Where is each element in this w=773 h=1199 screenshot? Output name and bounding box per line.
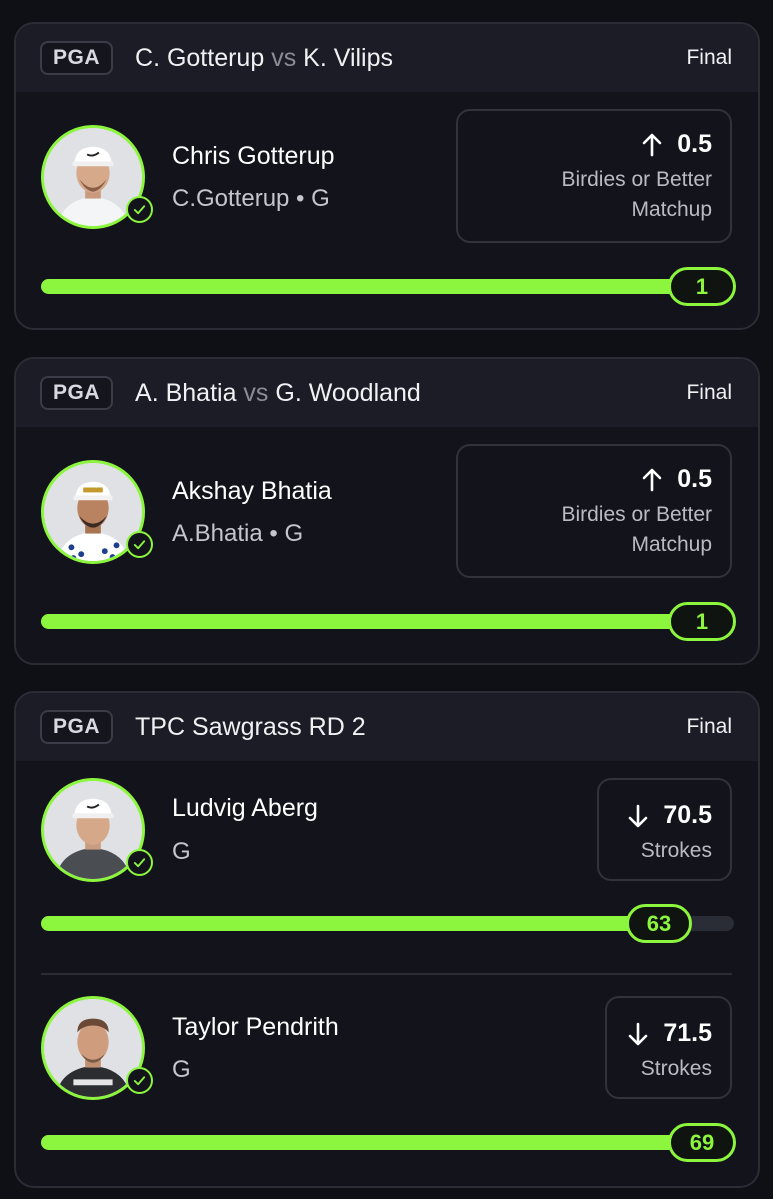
player-name: Chris Gotterup bbox=[172, 142, 335, 170]
matchup-title: C. Gotterup vs K. Vilips bbox=[135, 44, 686, 73]
progress-fill bbox=[41, 916, 658, 931]
game-status: Final bbox=[686, 715, 732, 738]
player-name: Ludvig Aberg bbox=[172, 794, 318, 822]
arrow-up-icon bbox=[641, 133, 663, 157]
card-header: PGA A. Bhatia vs G. Woodland Final bbox=[16, 359, 758, 427]
result-pill: 1 bbox=[668, 267, 736, 306]
card-header: PGA TPC Sawgrass RD 2 Final bbox=[16, 693, 758, 761]
progress-bar: 1 bbox=[41, 602, 736, 641]
player-name: Akshay Bhatia bbox=[172, 477, 332, 505]
player-row: Akshay Bhatia A.Bhatia • G 0.5 Birdies o… bbox=[16, 427, 758, 663]
player-row: Chris Gotterup C.Gotterup • G 0.5 Birdie… bbox=[16, 92, 758, 328]
game-status: Final bbox=[686, 46, 732, 69]
projection-line: 71.5 bbox=[663, 1019, 712, 1047]
player-team-position: C.Gotterup • G bbox=[172, 185, 330, 212]
progress-bar: 63 bbox=[41, 904, 734, 943]
league-badge: PGA bbox=[40, 41, 114, 75]
stat-type: Birdies or Better bbox=[561, 503, 712, 526]
pick-card[interactable]: PGA TPC Sawgrass RD 2 Final Ludvig Aberg… bbox=[14, 691, 760, 1188]
checkmark-icon bbox=[126, 196, 153, 223]
progress-fill bbox=[41, 279, 734, 294]
player-team-position: G bbox=[172, 1056, 191, 1083]
checkmark-icon bbox=[126, 531, 153, 558]
league-badge: PGA bbox=[40, 710, 114, 744]
stat-type: Strokes bbox=[640, 1057, 712, 1080]
game-status: Final bbox=[686, 381, 732, 404]
matchup-player-b: K. Vilips bbox=[303, 43, 394, 72]
projection-box: 70.5 Strokes bbox=[597, 778, 732, 881]
projection-box: 71.5 Strokes bbox=[605, 996, 732, 1099]
player-name: Taylor Pendrith bbox=[172, 1013, 339, 1041]
stat-type-sub: Matchup bbox=[631, 198, 712, 221]
result-pill: 63 bbox=[626, 904, 692, 943]
stat-type-sub: Matchup bbox=[631, 533, 712, 556]
card-header: PGA C. Gotterup vs K. Vilips Final bbox=[16, 24, 758, 92]
progress-fill bbox=[41, 1135, 734, 1150]
stat-type: Birdies or Better bbox=[561, 168, 712, 191]
projection-line: 0.5 bbox=[677, 465, 712, 493]
projection-box: 0.5 Birdies or Better Matchup bbox=[456, 444, 732, 578]
player-row: Ludvig Aberg G 70.5 Strokes 63 bbox=[16, 761, 758, 971]
stat-type: Strokes bbox=[640, 839, 712, 862]
checkmark-icon bbox=[126, 849, 153, 876]
player-team-position: A.Bhatia • G bbox=[172, 520, 304, 547]
matchup-title: A. Bhatia vs G. Woodland bbox=[135, 379, 686, 408]
matchup-player-b: G. Woodland bbox=[275, 378, 421, 407]
matchup-player-a: A. Bhatia bbox=[135, 378, 237, 407]
player-team-position: G bbox=[172, 838, 191, 865]
result-pill: 69 bbox=[668, 1123, 736, 1162]
vs-label: vs bbox=[271, 43, 297, 72]
matchup-player-a: C. Gotterup bbox=[135, 43, 265, 72]
result-pill: 1 bbox=[668, 602, 736, 641]
arrow-down-icon bbox=[627, 804, 649, 828]
projection-line: 70.5 bbox=[663, 801, 712, 829]
matchup-title: TPC Sawgrass RD 2 bbox=[135, 713, 686, 742]
vs-label: vs bbox=[243, 378, 269, 407]
pick-card[interactable]: PGA A. Bhatia vs G. Woodland Final Aksha… bbox=[14, 357, 760, 665]
arrow-down-icon bbox=[627, 1022, 649, 1046]
checkmark-icon bbox=[126, 1067, 153, 1094]
projection-line: 0.5 bbox=[677, 130, 712, 158]
progress-bar: 69 bbox=[41, 1123, 736, 1162]
projection-box: 0.5 Birdies or Better Matchup bbox=[456, 109, 732, 243]
event-title: TPC Sawgrass RD 2 bbox=[135, 712, 366, 741]
progress-bar: 1 bbox=[41, 267, 736, 306]
progress-fill bbox=[41, 614, 734, 629]
pick-card[interactable]: PGA C. Gotterup vs K. Vilips Final Chris… bbox=[14, 22, 760, 330]
league-badge: PGA bbox=[40, 376, 114, 410]
arrow-up-icon bbox=[641, 468, 663, 492]
player-row: Taylor Pendrith G 71.5 Strokes 69 bbox=[16, 971, 758, 1186]
